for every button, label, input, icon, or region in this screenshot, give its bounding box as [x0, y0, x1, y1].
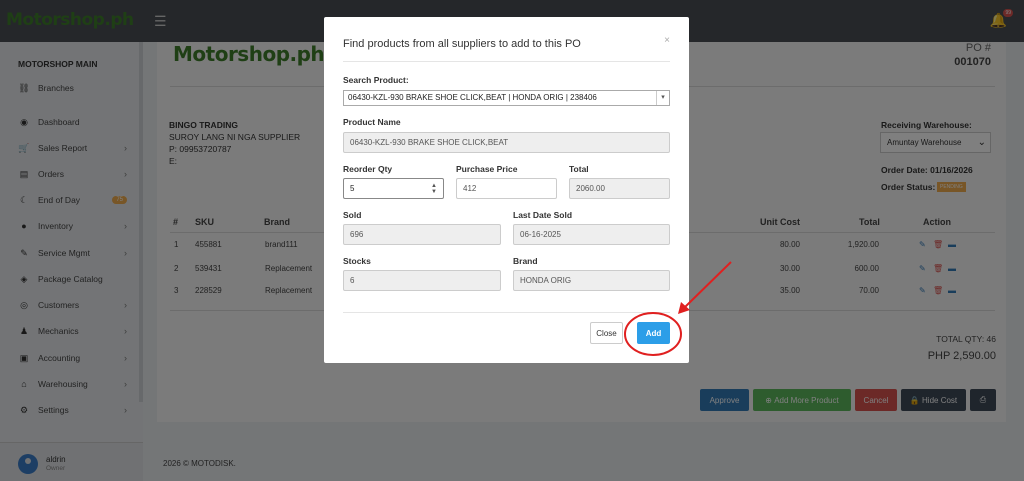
annotation-overlay [624, 261, 732, 356]
annotation-arrow-line [683, 261, 732, 309]
annotation-circle [624, 312, 682, 356]
